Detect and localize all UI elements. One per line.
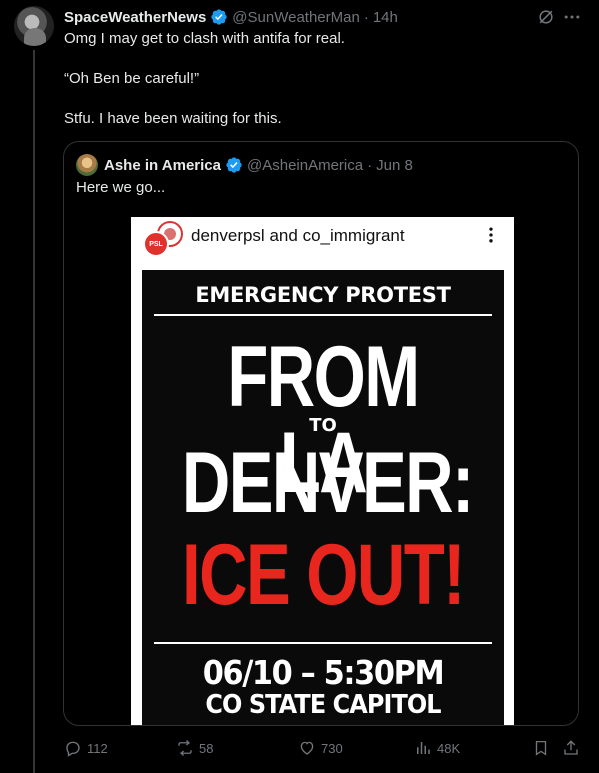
- author-name[interactable]: SpaceWeatherNews: [64, 9, 206, 26]
- quote-media-image[interactable]: PSL denverpsl and co_immigrant EMERGENCY…: [131, 217, 514, 725]
- tweet-line: Stfu. I have been waiting for this.: [64, 110, 282, 127]
- tweet[interactable]: SpaceWeatherNews @SunWeatherMan · 14h Om…: [0, 0, 599, 773]
- bookmark-icon: [535, 740, 547, 756]
- like-button[interactable]: 730: [298, 739, 343, 757]
- author-handle[interactable]: @SunWeatherMan: [232, 9, 360, 26]
- grok-icon[interactable]: [536, 7, 556, 27]
- repost-icon: [178, 740, 192, 756]
- view-count: 48K: [437, 740, 461, 756]
- poster-divider: [154, 314, 492, 316]
- vertical-more-icon: [489, 227, 493, 243]
- quote-author-avatar[interactable]: [76, 154, 98, 176]
- instagram-accounts: denverpsl and co_immigrant: [191, 226, 405, 246]
- like-count: 730: [321, 740, 343, 756]
- thread-line: [33, 50, 35, 773]
- poster-line-to: TO: [309, 415, 337, 436]
- psl-logo: PSL: [143, 231, 169, 257]
- quote-author-handle[interactable]: @AsheinAmerica: [247, 157, 363, 174]
- poster-divider: [154, 642, 492, 644]
- poster-line-ice-out: ICE OUT!: [182, 527, 465, 623]
- quote-text: Here we go...: [76, 179, 166, 196]
- share-button[interactable]: [562, 739, 580, 757]
- more-options-icon[interactable]: [562, 7, 582, 27]
- separator-dot: ·: [367, 156, 373, 174]
- views-button[interactable]: 48K: [414, 739, 460, 757]
- reply-icon: [66, 741, 80, 757]
- bookmark-button[interactable]: [532, 739, 550, 757]
- share-icon: [564, 740, 578, 755]
- account-denverpsl: denverpsl: [191, 226, 265, 245]
- reply-button[interactable]: 112: [64, 739, 108, 757]
- quoted-tweet[interactable]: Ashe in America @AsheinAmerica · Jun 8 H…: [63, 141, 579, 726]
- reply-count: 112: [87, 740, 108, 756]
- poster-header: EMERGENCY PROTEST: [195, 283, 451, 307]
- tweet-text: Omg I may get to clash with antifa for r…: [64, 29, 574, 129]
- tweet-header: SpaceWeatherNews @SunWeatherMan · 14h: [64, 7, 398, 27]
- author-avatar[interactable]: [14, 6, 54, 46]
- account-co-immigrant: co_immigrant: [302, 226, 405, 245]
- accounts-and: and: [269, 226, 298, 245]
- tweet-line: Omg I may get to clash with antifa for r…: [64, 30, 345, 47]
- poster-date-time: 06/10 – 5:30PM: [202, 653, 445, 692]
- quote-timestamp[interactable]: Jun 8: [376, 157, 413, 174]
- poster-line-denver: DENVER:: [181, 435, 475, 531]
- heart-icon: [300, 741, 314, 755]
- verified-badge-icon: [226, 157, 242, 173]
- account-logos: PSL: [143, 221, 183, 257]
- timestamp[interactable]: 14h: [373, 9, 398, 26]
- verified-badge-icon: [211, 9, 227, 25]
- instagram-post-header: PSL denverpsl and co_immigrant: [131, 217, 514, 259]
- repost-count: 58: [199, 740, 214, 756]
- repost-button[interactable]: 58: [176, 739, 213, 757]
- separator-dot: ·: [363, 8, 369, 26]
- views-icon: [417, 742, 430, 754]
- action-bar: 112 58 730 48K: [64, 739, 584, 761]
- poster-location: CO STATE CAPITOL: [205, 690, 441, 720]
- tweet-line: “Oh Ben be careful!”: [64, 70, 200, 87]
- quote-header: Ashe in America @AsheinAmerica · Jun 8: [76, 154, 413, 176]
- protest-poster: EMERGENCY PROTEST FROM LA TO DENVER: ICE…: [142, 270, 504, 725]
- quote-author-name[interactable]: Ashe in America: [104, 157, 221, 174]
